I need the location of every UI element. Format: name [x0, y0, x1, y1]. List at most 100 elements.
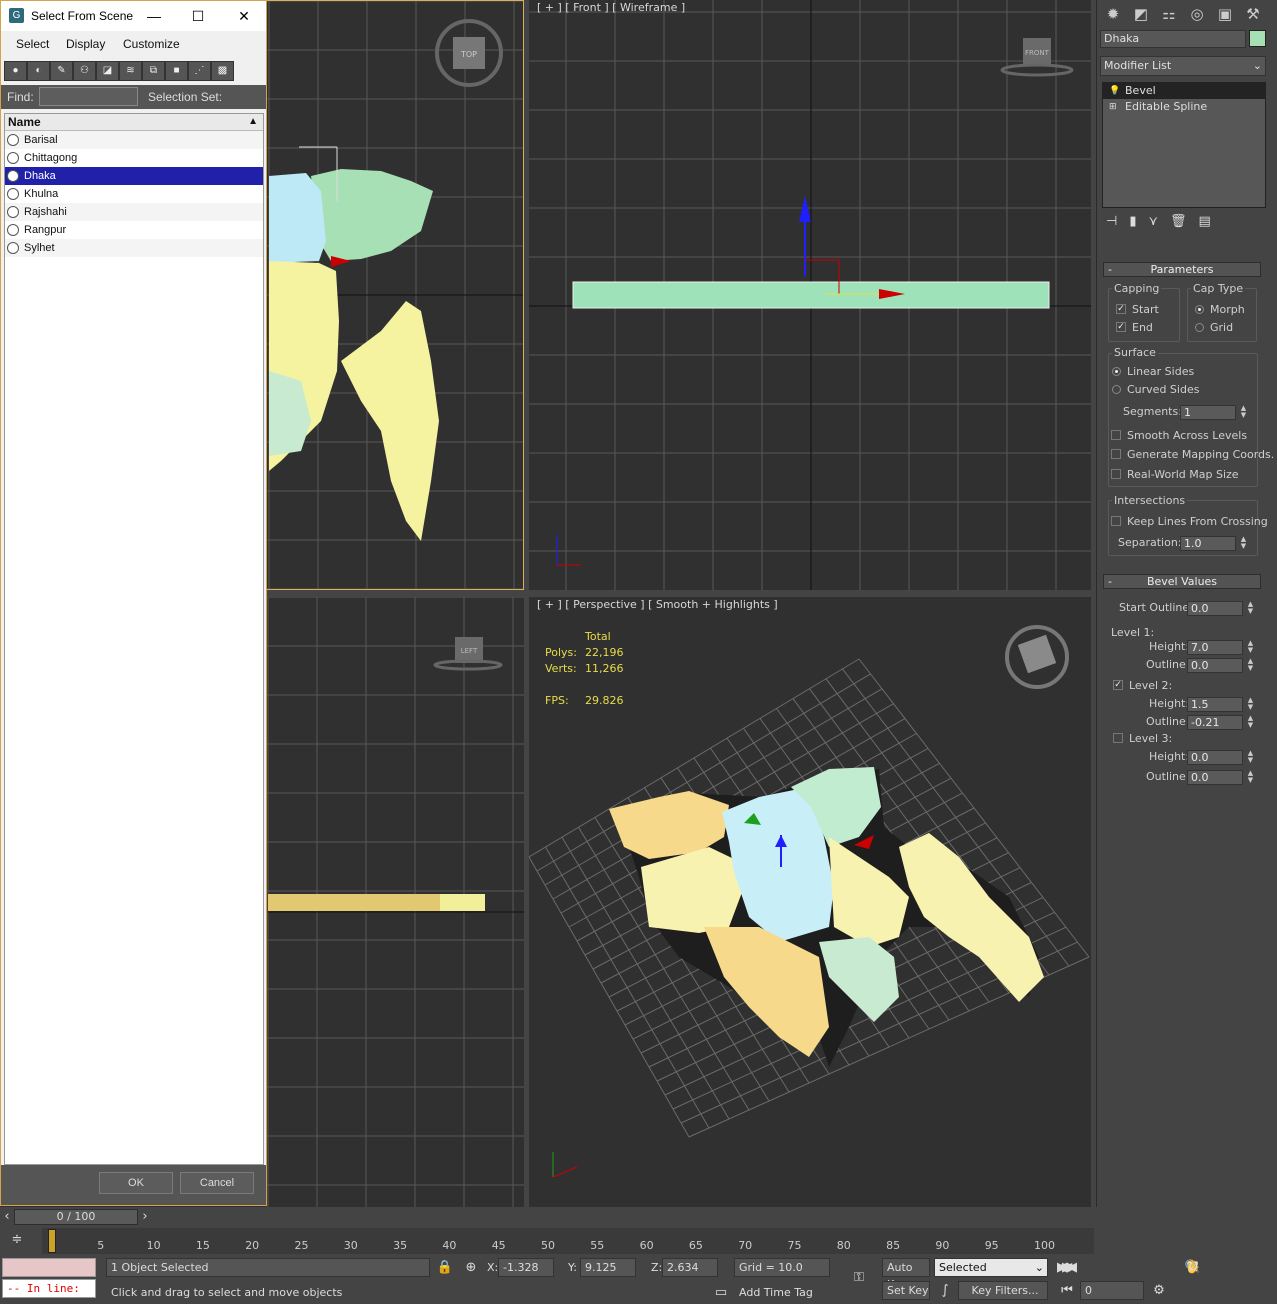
morph-radio[interactable] [1195, 305, 1204, 314]
level2-outline-spinner[interactable]: -0.21 [1187, 715, 1243, 730]
timeline-prev-icon[interactable]: ‹ [0, 1207, 14, 1225]
default-tangents-icon[interactable]: ∫ [934, 1281, 956, 1301]
list-item[interactable]: Rajshahi [5, 203, 263, 221]
level3-outline-spinner[interactable]: 0.0 [1187, 770, 1243, 785]
cameras-filter-icon[interactable]: ⚇ [73, 61, 96, 81]
lock-selection-icon[interactable]: 🔒 [434, 1258, 456, 1278]
cap-end-checkbox[interactable]: ✓ [1116, 322, 1126, 332]
groups-filter-icon[interactable]: ⧉ [142, 61, 165, 81]
level1-height-arrows[interactable]: ▲ ▼ [1246, 640, 1255, 655]
pin-stack-icon[interactable]: ⊣ [1106, 214, 1117, 234]
modify-tab-icon[interactable]: ◩ [1129, 3, 1153, 25]
start-outline-spinner[interactable]: 0.0 [1187, 601, 1243, 616]
set-key-button[interactable]: Set Key [882, 1281, 930, 1300]
real-world-checkbox[interactable] [1111, 469, 1121, 479]
lightbulb-icon[interactable]: 💡 [1109, 83, 1120, 99]
list-item[interactable]: Sylhet [5, 239, 263, 257]
go-to-end-icon[interactable]: ⏭ [1056, 1258, 1078, 1278]
y-coordinate-field[interactable]: 9.125 [580, 1258, 636, 1277]
show-end-result-icon[interactable]: ▮ [1129, 214, 1136, 234]
current-frame-field[interactable]: 0 [1080, 1281, 1144, 1300]
hierarchy-tab-icon[interactable]: ⚏ [1157, 3, 1181, 25]
separation-spinner[interactable]: 1.0 [1180, 536, 1236, 551]
list-item[interactable]: Dhaka [5, 167, 263, 185]
close-button[interactable]: ✕ [231, 5, 257, 27]
segments-spinner-arrows[interactable]: ▲ ▼ [1239, 405, 1248, 420]
spacewarps-filter-icon[interactable]: ≋ [119, 61, 142, 81]
level2-outline-arrows[interactable]: ▲ ▼ [1246, 715, 1255, 730]
object-name-field[interactable]: Dhaka [1100, 30, 1246, 48]
grid-radio[interactable] [1195, 323, 1204, 332]
level3-height-arrows[interactable]: ▲ ▼ [1246, 750, 1255, 765]
front-viewport-label[interactable]: [ + ] [ Front ] [ Wireframe ] [537, 1, 685, 14]
expand-icon[interactable]: ⊞ [1109, 99, 1117, 115]
bevel-values-rollout-header[interactable]: - Bevel Values [1103, 574, 1261, 589]
perspective-viewport-label[interactable]: [ + ] [ Perspective ] [ Smooth + Highlig… [537, 598, 778, 611]
stack-item-editable-spline[interactable]: ⊞ Editable Spline [1103, 99, 1265, 115]
motion-tab-icon[interactable]: ◎ [1185, 3, 1209, 25]
lights-filter-icon[interactable]: ✎ [50, 61, 73, 81]
utilities-tab-icon[interactable]: ⚒ [1241, 3, 1265, 25]
z-coordinate-field[interactable]: 2.634 [662, 1258, 718, 1277]
curved-sides-radio[interactable] [1112, 385, 1121, 394]
cap-start-checkbox[interactable]: ✓ [1116, 304, 1126, 314]
name-column-header[interactable]: Name ▲ [5, 114, 263, 131]
set-key-icon[interactable]: ⚿ [846, 1268, 872, 1288]
x-coordinate-field[interactable]: -1.328 [498, 1258, 554, 1277]
separation-spinner-arrows[interactable]: ▲ ▼ [1239, 536, 1248, 551]
key-mode-toggle-icon[interactable]: ⏮ [1056, 1281, 1078, 1301]
smooth-across-checkbox[interactable] [1111, 430, 1121, 440]
configure-sets-icon[interactable]: ▤ [1199, 214, 1211, 234]
level1-height-spinner[interactable]: 7.0 [1187, 640, 1243, 655]
view-cube-top-label[interactable]: TOP [460, 50, 477, 59]
maxscript-mini-listener[interactable]: -- In line: [2, 1279, 96, 1298]
shapes-filter-icon[interactable]: ◐ [27, 61, 50, 81]
level3-outline-arrows[interactable]: ▲ ▼ [1246, 770, 1255, 785]
containers-filter-icon[interactable]: ▩ [211, 61, 234, 81]
menu-display[interactable]: Display [66, 37, 105, 51]
key-mode-dropdown[interactable]: Selected ⌄ [934, 1258, 1048, 1277]
helpers-filter-icon[interactable]: ◪ [96, 61, 119, 81]
add-time-tag[interactable]: Add Time Tag [734, 1283, 830, 1302]
level2-height-arrows[interactable]: ▲ ▼ [1246, 697, 1255, 712]
view-cube-front-label[interactable]: FRONT [1025, 49, 1050, 57]
display-tab-icon[interactable]: ▣ [1213, 3, 1237, 25]
modifier-list-dropdown[interactable]: Modifier List ⌄ [1100, 56, 1266, 76]
find-input[interactable] [39, 87, 138, 106]
keep-lines-checkbox[interactable] [1111, 516, 1121, 526]
viewport-front[interactable]: FRONT [ + ] [ Front ] [ Wireframe ] [529, 0, 1091, 590]
level3-checkbox[interactable] [1113, 733, 1123, 743]
time-tag-icon[interactable]: ▭ [710, 1283, 732, 1303]
maxscript-listener-top[interactable] [2, 1258, 96, 1277]
level3-height-spinner[interactable]: 0.0 [1187, 750, 1243, 765]
absolute-mode-icon[interactable]: ⊕ [460, 1258, 482, 1278]
remove-modifier-icon[interactable]: 🗑 [1170, 214, 1187, 234]
time-slider[interactable]: 0 / 100 [14, 1209, 138, 1225]
bones-filter-icon[interactable]: ⋰ [188, 61, 211, 81]
time-slider-marker[interactable] [48, 1229, 56, 1253]
level1-outline-arrows[interactable]: ▲ ▼ [1246, 658, 1255, 673]
scene-object-list[interactable]: Name ▲ Barisal Chittagong Dhaka Khulna Rajsha… [4, 113, 264, 1165]
parameters-rollout-header[interactable]: - Parameters [1103, 262, 1261, 277]
menu-customize[interactable]: Customize [123, 37, 180, 51]
view-cube-left-label[interactable]: LEFT [461, 647, 478, 655]
key-filters-button[interactable]: Key Filters... [958, 1281, 1048, 1300]
level1-outline-spinner[interactable]: 0.0 [1187, 658, 1243, 673]
modifier-stack[interactable]: 💡 Bevel ⊞ Editable Spline [1102, 82, 1266, 208]
list-item[interactable]: Rangpur [5, 221, 263, 239]
start-outline-spinner-arrows[interactable]: ▲ ▼ [1246, 601, 1255, 616]
level2-height-spinner[interactable]: 1.5 [1187, 697, 1243, 712]
xrefs-filter-icon[interactable]: ■ [165, 61, 188, 81]
auto-key-button[interactable]: Auto Key [882, 1258, 930, 1291]
maximize-viewport-icon[interactable]: ⤢ [1182, 1258, 1204, 1278]
minimize-button[interactable]: — [141, 5, 167, 27]
time-configuration-icon[interactable]: ⚙ [1148, 1281, 1170, 1301]
ok-button[interactable]: OK [99, 1172, 173, 1194]
gen-mapping-checkbox[interactable] [1111, 449, 1121, 459]
level2-checkbox[interactable]: ✓ [1113, 680, 1123, 690]
dialog-title-bar[interactable]: G Select From Scene — ☐ ✕ [1, 1, 266, 31]
object-color-swatch[interactable] [1249, 30, 1266, 47]
list-item[interactable]: Khulna [5, 185, 263, 203]
stack-item-bevel[interactable]: 💡 Bevel [1103, 83, 1265, 99]
list-item[interactable]: Chittagong [5, 149, 263, 167]
